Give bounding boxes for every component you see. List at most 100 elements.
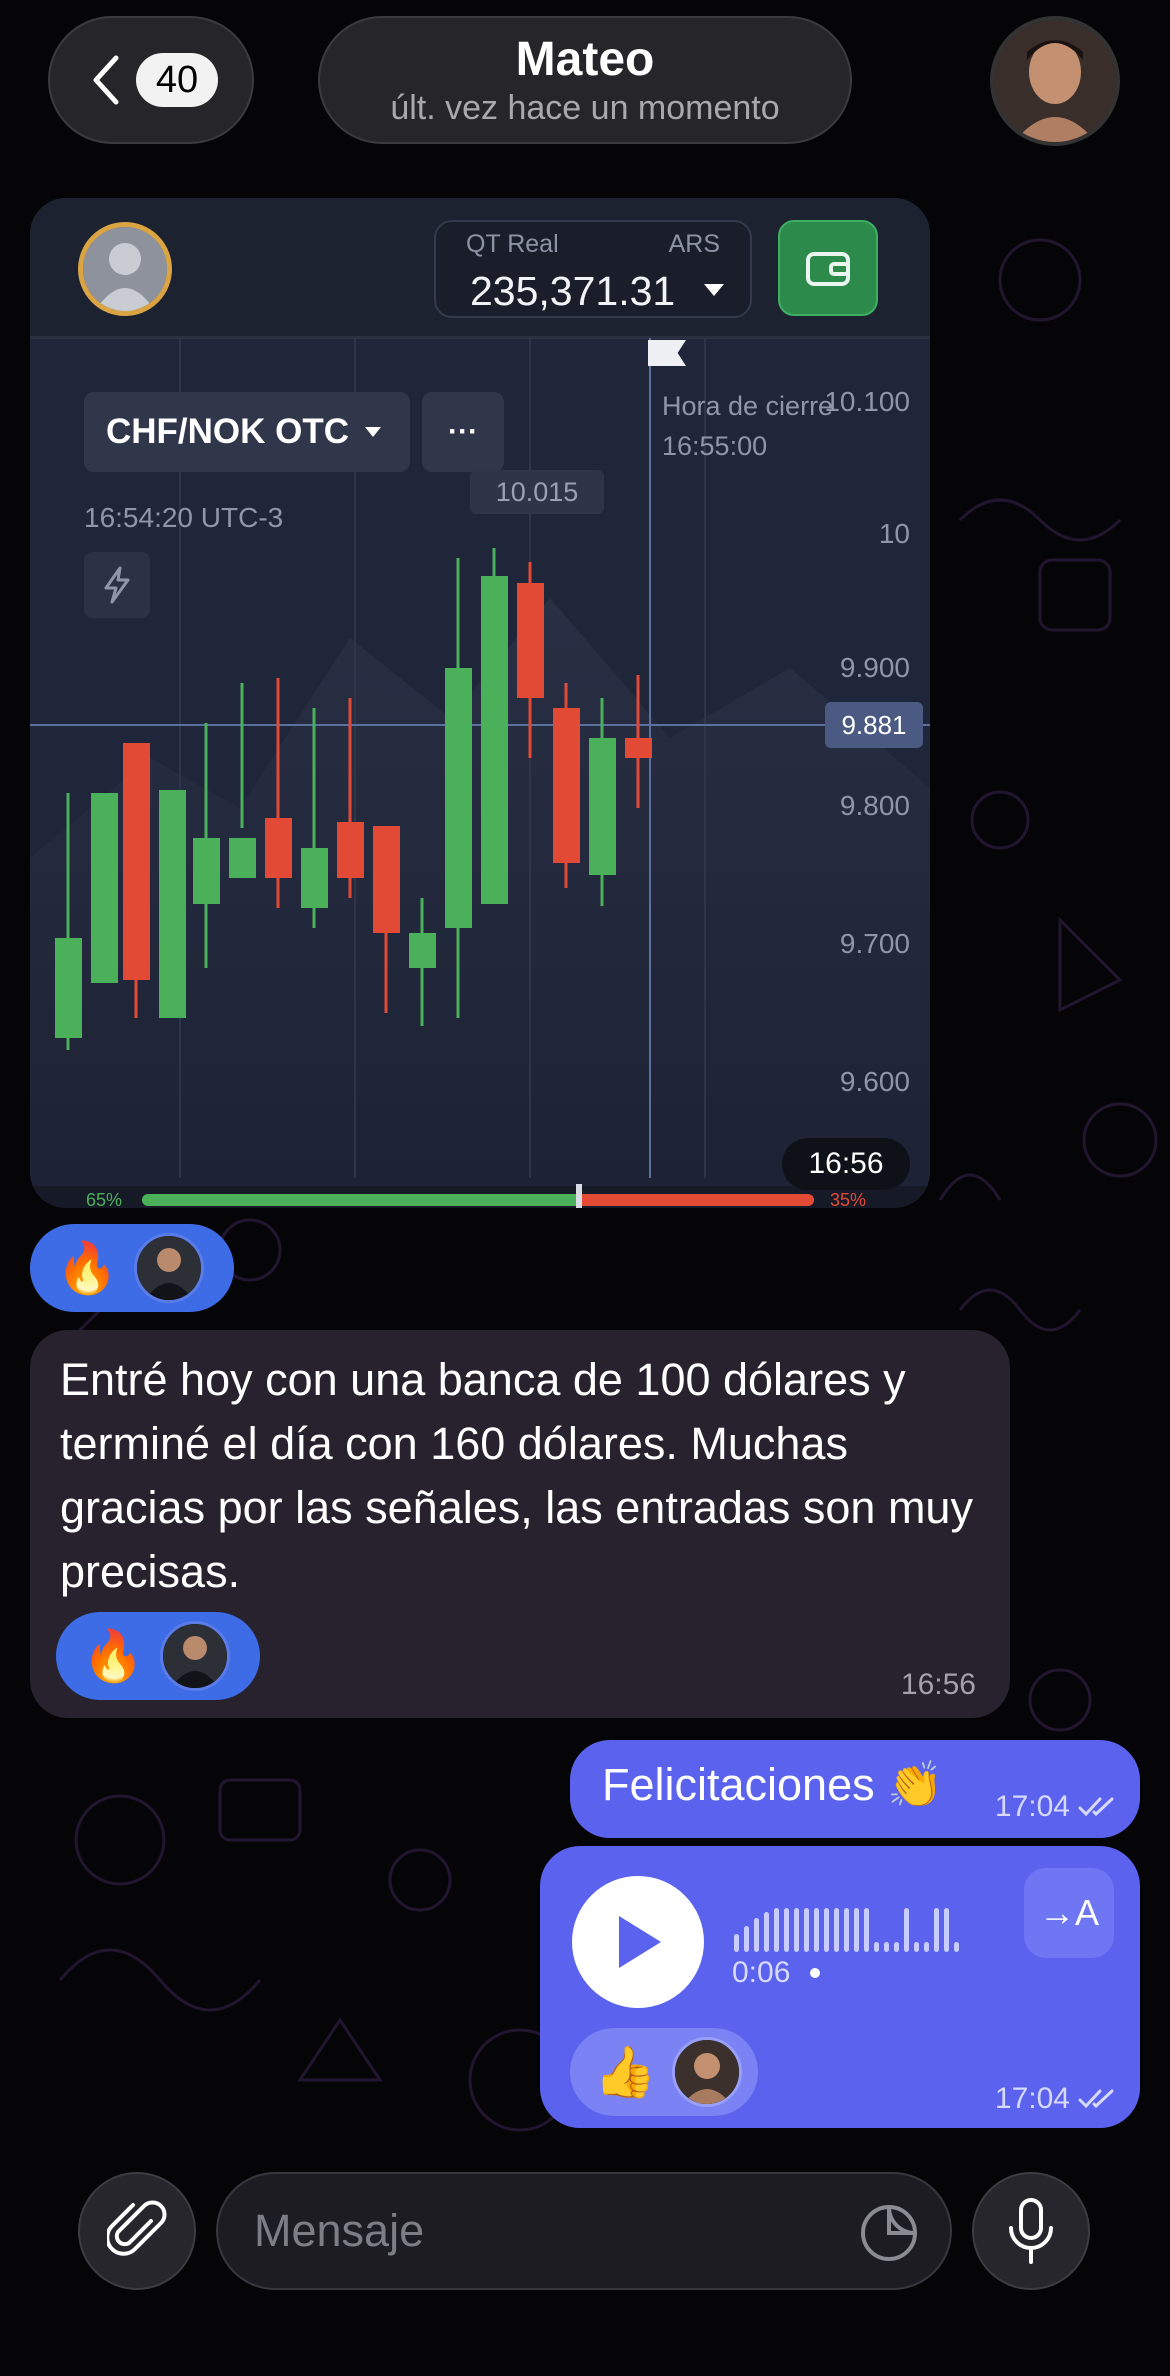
message-time: 17:04 <box>994 1790 1070 1823</box>
contact-avatar[interactable] <box>990 16 1120 146</box>
incoming-message[interactable]: Entré hoy con una banca de 100 dólares y… <box>30 1330 1010 1718</box>
back-button[interactable]: 40 <box>48 16 254 144</box>
sentiment-down-label: 35% <box>830 1190 867 1208</box>
waveform-bar <box>774 1908 779 1952</box>
close-time-value: 16:55:00 <box>662 431 768 461</box>
waveform-bar <box>864 1908 869 1952</box>
reaction-pill[interactable]: 🔥 <box>30 1224 234 1312</box>
candle-body <box>589 738 616 875</box>
chat-title[interactable]: Mateo últ. vez hace un momento <box>318 16 852 144</box>
close-time-title: Hora de cierre <box>662 391 834 421</box>
message-input[interactable] <box>216 2172 952 2290</box>
waveform-bar <box>854 1908 859 1952</box>
trader-avatar <box>78 222 172 316</box>
waveform-bar <box>954 1942 959 1952</box>
paperclip-icon <box>107 2200 167 2256</box>
high-price-tag: 10.015 <box>470 470 604 514</box>
waveform-bar <box>784 1908 789 1952</box>
current-price-tag: 9.881 <box>825 702 923 748</box>
waveform-bar <box>934 1908 939 1952</box>
more-options-button[interactable]: ··· <box>422 392 504 472</box>
candle-body <box>265 818 292 878</box>
price-chart[interactable]: CHF/NOK OTC ··· 16:54:20 UTC-3 10.015 Ho… <box>30 338 930 1208</box>
person-photo-icon <box>137 1236 202 1300</box>
currency-label: ARS <box>668 230 720 258</box>
candle-body <box>193 838 220 904</box>
waveform-bar <box>834 1908 839 1952</box>
server-time: 16:54:20 UTC-3 <box>84 502 284 533</box>
candle-body <box>159 790 186 1018</box>
reactor-avatar <box>672 2037 743 2107</box>
voice-message[interactable]: 0:06 →A 👍 17:04 <box>540 1846 1140 2128</box>
sentiment-up-label: 65% <box>86 1190 123 1208</box>
candle-body <box>481 576 508 904</box>
axis-tick: 10.100 <box>824 386 910 417</box>
candle-body <box>517 583 544 698</box>
asset-selector[interactable]: CHF/NOK OTC <box>84 392 410 472</box>
ellipsis-icon: ··· <box>448 415 478 448</box>
message-meta: 17:04 <box>995 1790 1118 1824</box>
play-icon <box>619 1916 661 1968</box>
attach-button[interactable] <box>78 2172 196 2290</box>
double-check-icon <box>1078 1797 1114 1817</box>
axis-tick: 9.600 <box>839 1066 910 1097</box>
quick-trade-button[interactable] <box>84 552 150 618</box>
reaction-pill[interactable]: 🔥 <box>56 1612 260 1700</box>
lightning-icon <box>104 566 130 604</box>
microphone-button[interactable] <box>972 2172 1090 2290</box>
reaction-pill[interactable]: 👍 <box>570 2028 759 2116</box>
voice-duration: 0:06 <box>732 1956 821 1990</box>
axis-tick: 9.900 <box>839 652 910 683</box>
screenshot-message[interactable]: QT Real ARS 235,371.31 CHF/NOK OTC ··· 1… <box>30 198 930 1208</box>
unread-count-badge: 40 <box>136 53 218 107</box>
waveform-bar <box>754 1918 759 1952</box>
waveform-bar <box>894 1942 899 1952</box>
close-time-label: Hora de cierre 16:55:00 <box>662 386 833 466</box>
waveform-bar <box>804 1908 809 1952</box>
person-photo-icon <box>163 1624 228 1688</box>
wallet-button[interactable] <box>778 220 878 316</box>
candle-body <box>301 848 328 908</box>
transcribe-button[interactable]: →A <box>1024 1868 1114 1958</box>
waveform-bar <box>844 1908 849 1952</box>
microphone-icon <box>1009 2198 1053 2264</box>
contact-status: últ. vez hace un momento <box>390 89 780 127</box>
outgoing-message[interactable]: Felicitaciones 👏 17:04 <box>570 1740 1140 1838</box>
waveform-bar <box>764 1912 769 1952</box>
message-field[interactable] <box>254 2205 814 2257</box>
avatar-photo-icon <box>994 20 1116 142</box>
caret-down-icon <box>365 427 382 437</box>
candle-body <box>123 743 150 980</box>
play-button[interactable] <box>572 1876 704 2008</box>
message-timestamp: 16:56 <box>782 1138 910 1190</box>
unplayed-dot <box>810 1968 821 1978</box>
message-text: Felicitaciones 👏 <box>602 1759 944 1810</box>
sentiment-up-bar <box>142 1194 579 1206</box>
chevron-left-icon <box>93 55 119 105</box>
candle-body <box>445 668 472 928</box>
fire-emoji: 🔥 <box>82 1628 145 1684</box>
waveform-bar <box>794 1908 799 1952</box>
waveform-bar <box>874 1942 879 1952</box>
fire-emoji: 🔥 <box>56 1240 119 1296</box>
duration-text: 0:06 <box>732 1956 791 1989</box>
reactor-avatar <box>160 1621 231 1691</box>
caret-down-icon <box>704 284 724 296</box>
axis-tick: 9.700 <box>839 928 910 959</box>
waveform-bar <box>824 1908 829 1952</box>
account-type-label: QT Real <box>466 230 559 258</box>
waveform-bar <box>744 1926 749 1952</box>
candle-body <box>409 933 436 968</box>
message-text: Entré hoy con una banca de 100 dólares y… <box>60 1354 973 1597</box>
wallet-icon <box>806 252 850 286</box>
waveform-bar <box>904 1908 909 1952</box>
waveform-bar <box>814 1908 819 1952</box>
reactor-avatar <box>134 1233 205 1303</box>
waveform-bar <box>884 1942 889 1952</box>
candle-body <box>229 838 256 878</box>
axis-tick: 10 <box>878 518 910 549</box>
voice-waveform[interactable] <box>734 1896 959 1952</box>
balance-selector[interactable]: QT Real ARS 235,371.31 <box>434 220 752 318</box>
message-time: 16:56 <box>900 1668 976 1701</box>
sticker-icon[interactable] <box>858 2202 920 2264</box>
